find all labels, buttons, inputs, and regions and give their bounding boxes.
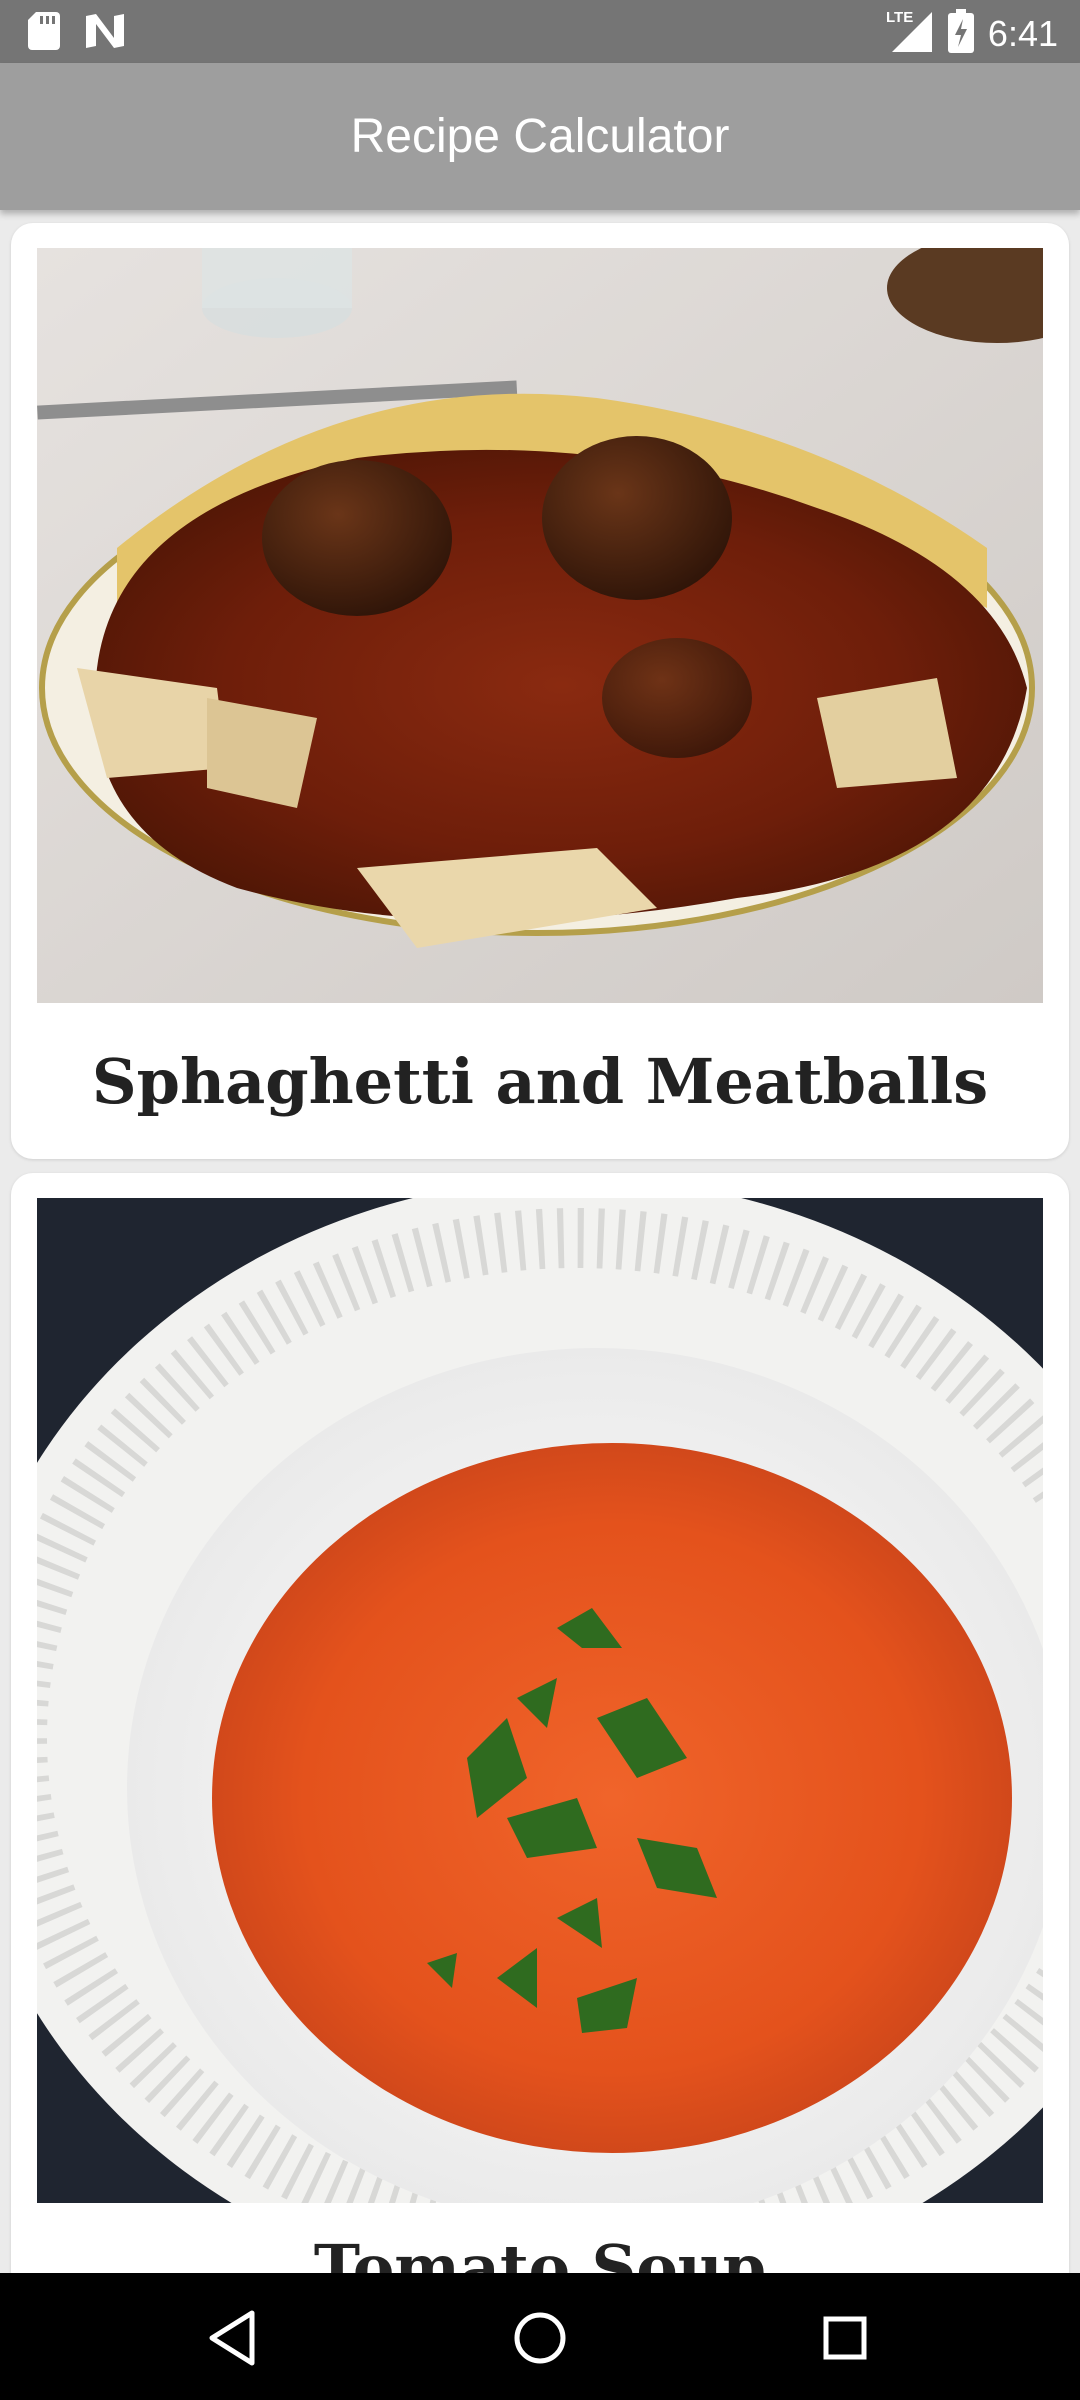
recipe-card-spaghetti[interactable]: Sphaghetti and Meatballs (11, 223, 1069, 1159)
recents-icon[interactable] (810, 2303, 880, 2373)
lte-signal-icon: LTE (886, 8, 934, 59)
notification-n-icon (86, 14, 124, 53)
network-label: LTE (886, 9, 913, 26)
recipe-title: Tomato Soup (313, 2231, 767, 2273)
screen: LTE 6:41 Recipe Calculator Sphaghetti an… (0, 0, 1080, 2400)
battery-icon (947, 9, 974, 58)
sd-card-icon (28, 12, 60, 55)
app-title: Recipe Calculator (350, 110, 730, 163)
back-icon[interactable] (200, 2303, 270, 2373)
home-icon[interactable] (505, 2303, 575, 2373)
spaghetti-meatballs-photo (37, 248, 1043, 1003)
recipe-list[interactable]: Sphaghetti and Meatballs Tomato Soup (0, 210, 1080, 2273)
system-nav-bar (0, 2273, 1080, 2400)
recipe-title: Sphaghetti and Meatballs (91, 1045, 989, 1118)
app-bar: Recipe Calculator (0, 63, 1080, 210)
recipe-card-tomato-soup[interactable]: Tomato Soup (11, 1173, 1069, 2273)
tomato-soup-photo (37, 1198, 1043, 2203)
status-bar: LTE 6:41 (0, 0, 1080, 63)
status-left-icons (28, 12, 124, 55)
status-time: 6:41 (987, 12, 1058, 54)
status-right-icons: LTE 6:41 (886, 8, 1058, 59)
